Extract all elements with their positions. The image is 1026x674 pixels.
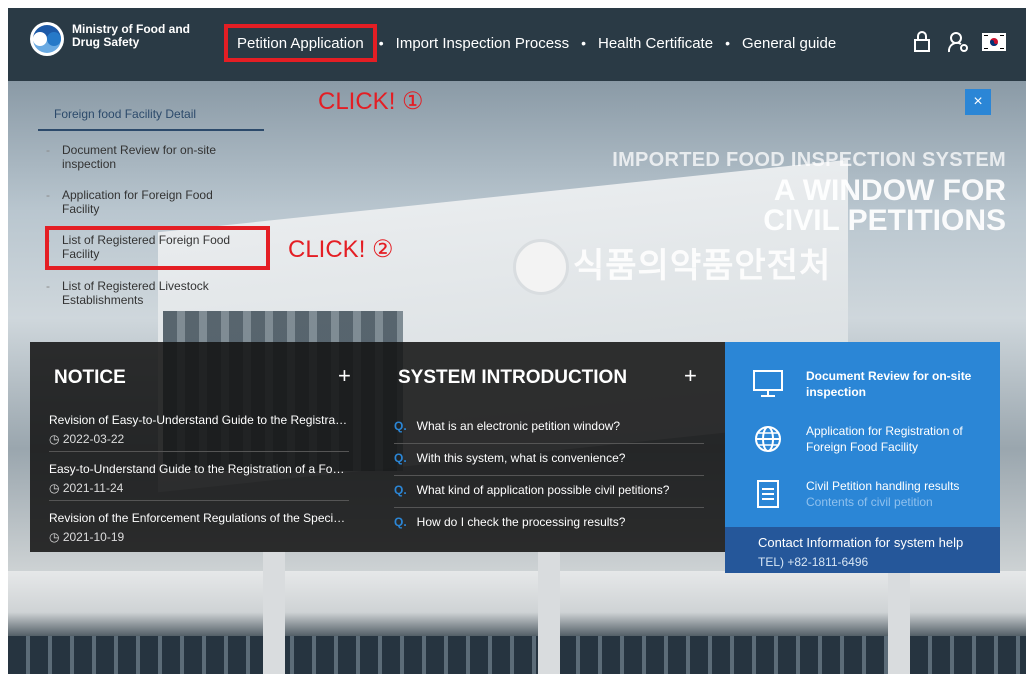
q-mark: Q. [394,451,407,465]
nav-separator: • [725,35,730,51]
mfds-logo-icon[interactable] [30,22,64,56]
pillar [538,551,560,674]
building-emblem-icon [513,239,569,295]
notice-divider [49,451,349,452]
notice-more-button[interactable]: + [338,363,351,389]
hero-title-line1: A WINDOW FOR [773,174,1006,207]
click-annotation-2: CLICK! ② [288,236,394,263]
faq-item[interactable]: Q. What kind of application possible civ… [394,483,704,497]
user-icon[interactable] [946,30,970,54]
faq-divider [394,475,704,476]
clock-icon: ◷ [49,481,63,495]
nav-separator: • [378,35,384,51]
top-header: Ministry of Food and Drug Safety Petitio… [8,8,1026,81]
contact-title: Contact Information for system help [758,535,964,550]
notice-item-date: ◷ 2021-11-24 [49,481,349,495]
notice-item[interactable]: Revision of Easy-to-Understand Guide to … [49,413,349,446]
nav-petition-application[interactable]: Petition Application [224,24,377,62]
submenu-item-document-review[interactable]: Document Review for on-site inspection [38,143,238,171]
main-nav: Petition Application • Import Inspection… [224,24,846,62]
nav-import-inspection-process[interactable]: Import Inspection Process [386,35,579,52]
korean-flag-icon[interactable] [982,30,1006,54]
lock-icon[interactable] [910,30,934,54]
service-title: Civil Petition handling results [806,479,960,493]
logo-text-line2: Drug Safety [72,35,140,49]
service-label: Civil Petition handling results Contents… [806,478,986,510]
faq-item[interactable]: Q. With this system, what is convenience… [394,451,704,465]
notice-item-title: Revision of Easy-to-Understand Guide to … [49,413,348,427]
building-sign: 식품의약품안전처 [573,247,832,285]
notice-item[interactable]: Easy-to-Understand Guide to the Registra… [49,462,349,495]
notice-item-date: ◷ 2022-03-22 [49,432,349,446]
faq-text: How do I check the processing results? [416,515,626,529]
notice-item-title: Revision of the Enforcement Regulations … [49,511,346,525]
faq-divider [394,507,704,508]
submenu-heading[interactable]: Foreign food Facility Detail [38,101,264,131]
caption-strip [0,0,1026,8]
service-label: Document Review for on-site inspection [806,368,986,400]
logo-text[interactable]: Ministry of Food and Drug Safety [72,23,190,49]
submenu-item-list-registered-livestock[interactable]: List of Registered Livestock Establishme… [38,279,238,307]
hero-banner: 식품의약품안전처 IMPORTED FOOD INSPECTION SYSTEM… [8,81,1026,674]
hero-title: A WINDOW FOR CIVIL PETITIONS [763,176,1006,236]
notice-item-date: ◷ 2021-10-19 [49,530,349,544]
nav-general-guide[interactable]: General guide [732,35,846,52]
service-subtitle: Contents of civil petition [806,495,933,509]
faq-divider [394,443,704,444]
notice-title: NOTICE [54,367,126,388]
clock-icon: ◷ [49,432,63,446]
q-mark: Q. [394,483,407,497]
faq-text: With this system, what is convenience? [416,451,626,465]
screenshot-frame: Ministry of Food and Drug Safety Petitio… [8,8,1026,674]
notice-item[interactable]: Revision of the Enforcement Regulations … [49,511,349,544]
header-icons [910,30,1006,54]
notice-date-text: 2021-11-24 [62,481,124,495]
faq-item[interactable]: Q. What is an electronic petition window… [394,419,704,433]
q-mark: Q. [394,419,407,433]
q-mark: Q. [394,515,407,529]
system-intro-more-button[interactable]: + [684,363,697,389]
submenu-panel: Foreign food Facility Detail [38,101,268,131]
service-application-registration[interactable]: Application for Registration of Foreign … [750,421,963,457]
notice-divider [49,500,349,501]
service-title: Document Review for on-site inspection [806,369,972,399]
monitor-icon [750,366,786,402]
service-document-review[interactable]: Document Review for on-site inspection [750,366,971,402]
ground-windows [8,636,1026,674]
document-icon [750,476,786,512]
faq-text: What is an electronic petition window? [416,419,621,433]
globe-icon [750,421,786,457]
click-annotation-1: CLICK! ① [318,88,424,115]
notice-date-text: 2022-03-22 [62,432,125,446]
nav-separator: • [581,35,586,51]
highlight-box [45,226,270,270]
faq-text: What kind of application possible civil … [416,483,670,497]
clock-icon: ◷ [49,530,63,544]
contact-phone[interactable]: TEL) +82-1811-6496 [758,555,868,569]
service-label: Application for Registration of Foreign … [806,424,963,454]
hero-subtitle: IMPORTED FOOD INSPECTION SYSTEM [612,149,1006,171]
notice-date-text: 2021-10-19 [62,530,125,544]
faq-item[interactable]: Q. How do I check the processing results… [394,515,704,529]
pillar [263,551,285,674]
system-intro-title: SYSTEM INTRODUCTION [398,367,628,388]
notice-item-title: Easy-to-Understand Guide to the Registra… [49,462,345,476]
nav-health-certificate[interactable]: Health Certificate [588,35,723,52]
submenu-item-application-foreign-food[interactable]: Application for Foreign Food Facility [38,188,238,216]
hero-title-line2: CIVIL PETITIONS [763,204,1006,237]
service-civil-petition-results[interactable]: Civil Petition handling results Contents… [750,476,959,512]
close-menu-button[interactable]: × [965,89,991,115]
